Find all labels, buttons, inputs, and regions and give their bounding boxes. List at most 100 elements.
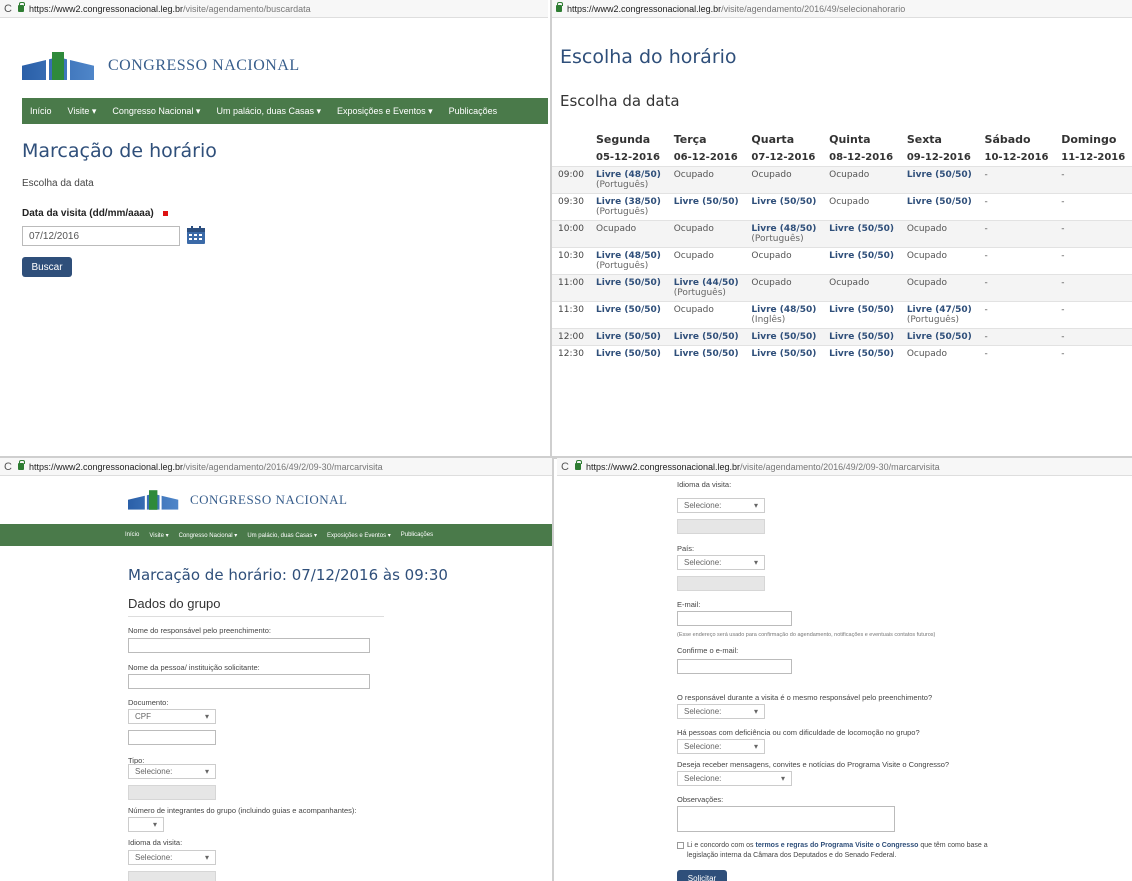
slot-available[interactable]: Livre (48/50) (Inglês) <box>745 301 824 329</box>
address-bar[interactable]: C https://www2.congressonacional.leg.br /… <box>0 458 552 476</box>
slot-available[interactable]: Livre (47/50) (Português) <box>900 301 979 329</box>
label-idioma: Idioma da visita: <box>128 838 183 847</box>
nav-item-visite[interactable]: Visite ▾ <box>60 106 105 117</box>
slot-available[interactable]: Livre (48/50) (Português) <box>590 247 668 275</box>
day-header: Quarta <box>751 133 795 146</box>
nav-item-palacio[interactable]: Um palácio, duas Casas ▾ <box>208 106 329 117</box>
nav-item-publicacoes[interactable]: Publicações <box>441 106 506 116</box>
day-header: Sábado <box>984 133 1031 146</box>
label-pais: País: <box>677 544 695 553</box>
congress-logo-icon <box>128 490 179 510</box>
url-path: /visite/agendamento/2016/49/2/09-30/marc… <box>740 461 940 472</box>
integrantes-select[interactable]: ▾ <box>128 817 164 832</box>
pais-select[interactable]: Selecione: ▾ <box>677 555 765 570</box>
tipo-select[interactable]: Selecione: ▾ <box>128 764 216 779</box>
calendar-icon[interactable] <box>186 225 206 245</box>
pessoa-input[interactable] <box>128 674 370 689</box>
reload-icon[interactable]: C <box>561 461 569 473</box>
idioma-select[interactable]: Selecione: ▾ <box>677 498 765 513</box>
nav-item-exposicoes[interactable]: Exposições e Eventos ▾ <box>322 532 396 539</box>
date-header: 11-12-2016 <box>1061 152 1126 163</box>
slot-available[interactable]: Livre (48/50) (Português) <box>590 166 668 194</box>
slot-available[interactable]: Livre (38/50) (Português) <box>590 193 668 221</box>
label-responsavel: Nome do responsável pelo preenchimento: <box>128 626 272 635</box>
table-row: 09:00 Livre (48/50) (Português) Ocupado Ocup… <box>552 166 1132 194</box>
slot-available[interactable]: Livre (50/50) <box>745 345 824 362</box>
observacoes-textarea[interactable] <box>677 806 895 832</box>
reload-icon[interactable]: C <box>4 461 12 473</box>
subtitle: Escolha da data <box>22 178 94 189</box>
responsavel-select[interactable]: Selecione: ▾ <box>677 704 765 719</box>
slot-available[interactable]: Livre (50/50) <box>745 193 824 221</box>
slot-cell: - <box>1055 274 1132 302</box>
address-bar[interactable]: C https://www2.congressonacional.leg.br /… <box>557 458 1132 476</box>
slot-label: - <box>1061 224 1065 234</box>
responsavel-input[interactable] <box>128 638 370 653</box>
nav-item-visite[interactable]: Visite ▾ <box>144 532 173 539</box>
reload-icon[interactable]: C <box>4 3 12 15</box>
table-row: 11:30 Livre (50/50) Ocupado Livre (48/50) (I… <box>552 301 1132 329</box>
nav-item-inicio[interactable]: Início <box>120 532 144 538</box>
slot-available[interactable]: Livre (50/50) <box>590 345 668 362</box>
slot-label: Livre (50/50) <box>596 278 661 288</box>
slot-label: Livre (50/50) <box>596 305 661 315</box>
submit-button[interactable]: Solicitar <box>677 870 727 881</box>
slot-available[interactable]: Livre (50/50) <box>745 328 824 346</box>
slot-available[interactable]: Livre (50/50) <box>900 166 979 194</box>
slot-available[interactable]: Livre (44/50) (Português) <box>667 274 746 302</box>
nav-item-congresso[interactable]: Congresso Nacional ▾ <box>174 532 243 539</box>
site-logo[interactable]: CONGRESSO NACIONAL <box>128 486 347 514</box>
confirm-email-field[interactable] <box>677 659 792 674</box>
url-path: /visite/agendamento/2016/49/selecionahor… <box>721 3 906 14</box>
terms-link[interactable]: termos e regras do Programa Visite o Con… <box>756 842 919 849</box>
nav-item-congresso[interactable]: Congresso Nacional ▾ <box>104 106 208 117</box>
slot-available[interactable]: Livre (50/50) <box>823 328 901 346</box>
slot-available[interactable]: Livre (50/50) <box>823 345 901 362</box>
nav-item-palacio[interactable]: Um palácio, duas Casas ▾ <box>242 532 322 539</box>
slot-available[interactable]: Livre (50/50) <box>590 328 668 346</box>
slot-cell: Ocupado <box>823 193 901 221</box>
slot-available[interactable]: Livre (50/50) <box>823 301 901 329</box>
site-logo[interactable]: CONGRESSO NACIONAL <box>22 52 300 80</box>
date-input[interactable]: 07/12/2016 <box>22 226 180 246</box>
slot-label: - <box>984 349 988 359</box>
slot-available[interactable]: Livre (50/50) <box>900 328 979 346</box>
slot-available[interactable]: Livre (50/50) <box>667 193 746 221</box>
url-host: https://www2.congressonacional.leg.br <box>28 461 184 472</box>
nav-item-inicio[interactable]: Início <box>22 106 60 116</box>
search-button[interactable]: Buscar <box>22 257 72 277</box>
address-bar[interactable]: https://www2.congressonacional.leg.br/vi… <box>552 0 1132 18</box>
documento-select[interactable]: CPF ▾ <box>128 709 216 724</box>
slot-label: Livre (50/50) <box>829 224 895 234</box>
slot-available[interactable]: Livre (48/50) (Português) <box>745 220 824 248</box>
address-bar[interactable]: C https://www2.congressonacional.leg.br /… <box>0 0 548 18</box>
slot-available[interactable]: Livre (50/50) <box>590 274 668 302</box>
slot-available[interactable]: Livre (50/50) <box>667 345 746 362</box>
url-path: /visite/agendamento/buscardata <box>183 3 311 14</box>
panel-time-selection: https://www2.congressonacional.leg.br/vi… <box>552 0 1132 456</box>
documento-number-input[interactable] <box>128 730 216 745</box>
q-responsavel: O responsável durante a visita é o mesmo… <box>677 693 933 702</box>
slot-label: Ocupado <box>906 224 947 234</box>
idioma-select[interactable]: Selecione: ▾ <box>128 850 216 865</box>
mensagens-select[interactable]: Selecione: ▾ <box>677 771 792 786</box>
label-pessoa: Nome da pessoa/ instituição solicitante: <box>128 663 260 672</box>
email-field[interactable] <box>677 611 792 626</box>
label-observacoes: Observações: <box>677 795 724 804</box>
slot-cell: Ocupado <box>667 247 746 275</box>
slot-available[interactable]: Livre (50/50) <box>823 220 901 248</box>
slot-language: (Português) <box>596 207 649 217</box>
slot-cell: Ocupado <box>667 301 746 329</box>
slot-available[interactable]: Livre (50/50) <box>823 247 901 275</box>
terms-checkbox[interactable] <box>677 842 684 849</box>
nav-item-exposicoes[interactable]: Exposições e Eventos ▾ <box>329 106 441 117</box>
deficiencia-select[interactable]: Selecione: ▾ <box>677 739 765 754</box>
slot-available[interactable]: Livre (50/50) <box>667 328 746 346</box>
url-path: /visite/agendamento/2016/49/2/09-30/marc… <box>183 461 383 472</box>
slot-available[interactable]: Livre (50/50) <box>900 193 979 221</box>
slot-label: - <box>984 224 988 234</box>
nav-item-publicacoes[interactable]: Publicações <box>396 532 438 538</box>
page-title: Marcação de horário <box>22 140 217 162</box>
slot-cell: - <box>978 247 1056 275</box>
slot-available[interactable]: Livre (50/50) <box>590 301 668 329</box>
